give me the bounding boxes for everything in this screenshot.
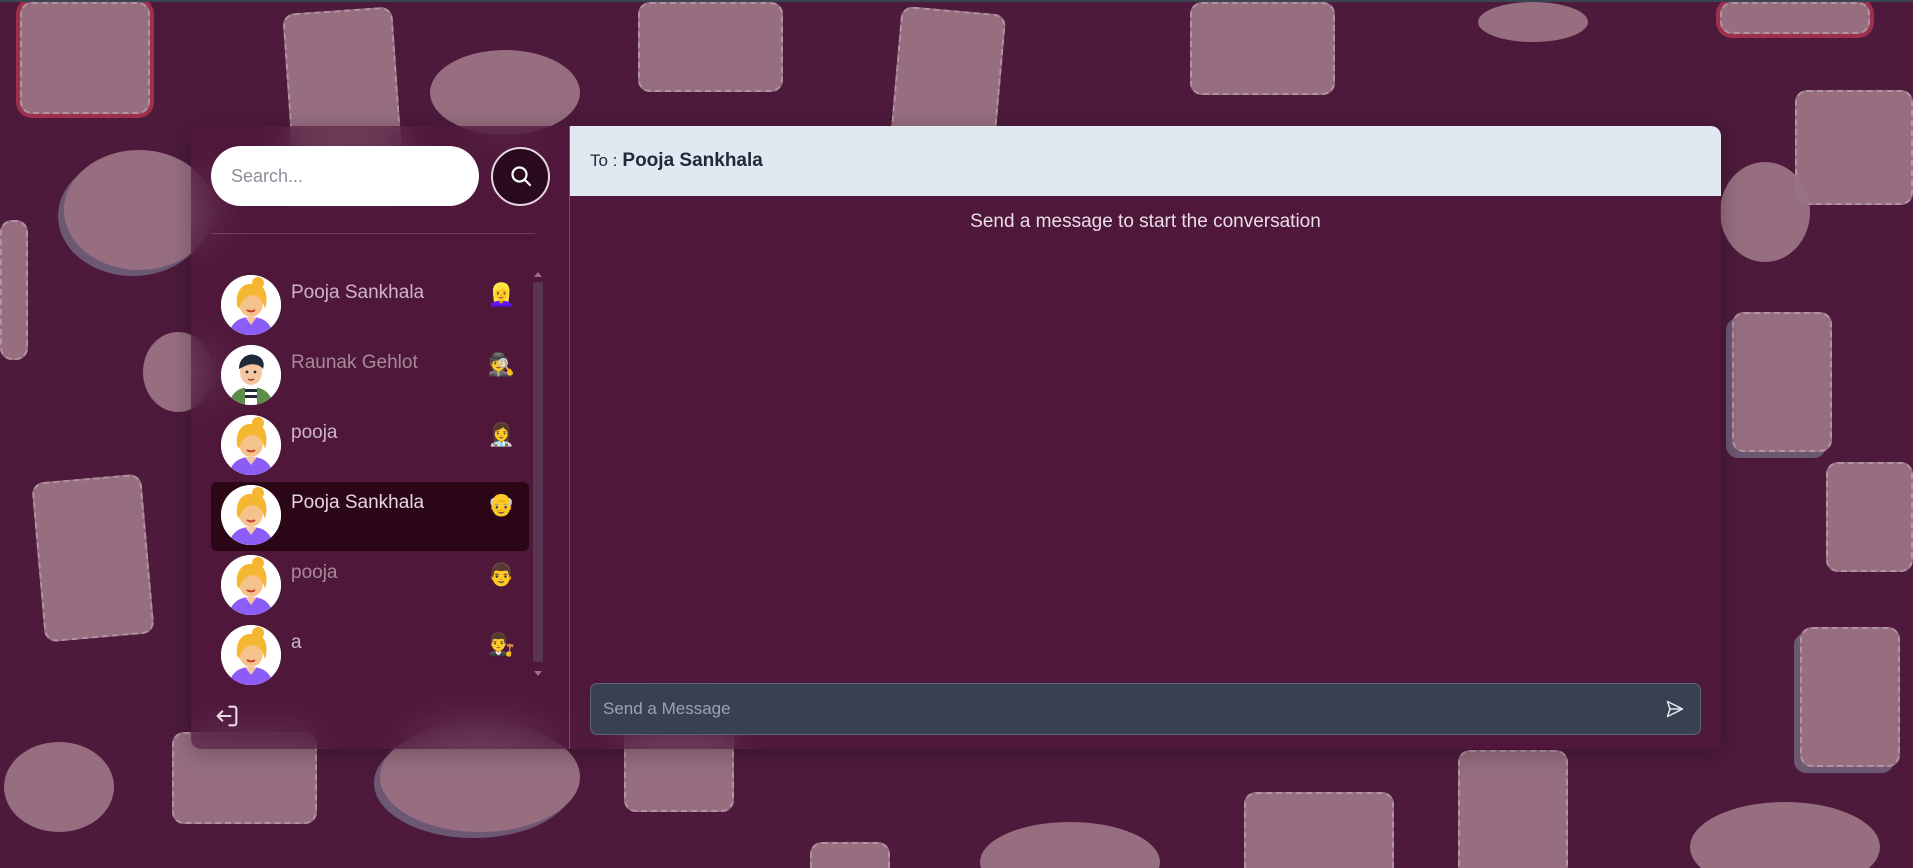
contact-emoji-icon: 👩‍⚕️ bbox=[487, 422, 515, 447]
contact-emoji-icon: 👱‍♀️ bbox=[487, 282, 515, 307]
search-bar bbox=[211, 146, 550, 206]
avatar bbox=[221, 345, 281, 405]
scroll-thumb[interactable] bbox=[533, 282, 543, 662]
avatar bbox=[221, 625, 281, 685]
contact-name: pooja bbox=[291, 422, 338, 443]
recipient-name: Pooja Sankhala bbox=[622, 150, 763, 171]
contact-item[interactable]: Pooja Sankhala 👴 bbox=[211, 482, 529, 551]
empty-conversation-message: Send a message to start the conversation bbox=[970, 211, 1321, 232]
message-composer bbox=[590, 683, 1701, 735]
contact-item[interactable]: pooja 👨 bbox=[211, 552, 529, 621]
avatar bbox=[221, 275, 281, 335]
chat-header: To : Pooja Sankhala bbox=[570, 126, 1721, 196]
contact-item[interactable]: pooja 👩‍⚕️ bbox=[211, 412, 529, 481]
contact-emoji-icon: 👨 bbox=[487, 562, 515, 587]
contact-list: Pooja Sankhala 👱‍♀️ Raunak Gehlot 🕵️ pooja… bbox=[211, 272, 529, 692]
scroll-down-arrow[interactable] bbox=[534, 671, 542, 676]
contact-item[interactable]: Pooja Sankhala 👱‍♀️ bbox=[211, 272, 529, 341]
chat-panel: To : Pooja Sankhala Send a message to st… bbox=[570, 126, 1721, 749]
contact-emoji-icon: 👴 bbox=[487, 492, 515, 517]
search-icon bbox=[510, 166, 531, 187]
sidebar: Pooja Sankhala 👱‍♀️ Raunak Gehlot 🕵️ pooja… bbox=[191, 126, 570, 749]
message-input[interactable] bbox=[591, 684, 1650, 734]
contact-name: pooja bbox=[291, 562, 338, 583]
contact-name: Pooja Sankhala bbox=[291, 282, 425, 303]
to-label: To : bbox=[590, 151, 618, 170]
avatar bbox=[221, 415, 281, 475]
chat-app-window: Pooja Sankhala 👱‍♀️ Raunak Gehlot 🕵️ pooja… bbox=[191, 126, 1721, 749]
sidebar-divider bbox=[211, 233, 535, 234]
send-icon bbox=[1666, 700, 1684, 718]
contact-emoji-icon: 🕵️ bbox=[487, 352, 515, 377]
contact-list-scrollbar[interactable] bbox=[531, 272, 545, 676]
search-input[interactable] bbox=[211, 146, 479, 206]
scroll-up-arrow[interactable] bbox=[534, 272, 542, 277]
contact-name: Raunak Gehlot bbox=[291, 352, 418, 373]
contact-name: Pooja Sankhala bbox=[291, 492, 425, 513]
avatar bbox=[221, 555, 281, 615]
contact-emoji-icon: 👨‍⚖️ bbox=[487, 632, 515, 657]
contact-item[interactable]: a 👨‍⚖️ bbox=[211, 622, 529, 691]
contact-item[interactable]: Raunak Gehlot 🕵️ bbox=[211, 342, 529, 411]
avatar bbox=[221, 485, 281, 545]
search-button[interactable] bbox=[491, 146, 550, 206]
logout-button[interactable] bbox=[213, 702, 241, 730]
send-button[interactable] bbox=[1650, 684, 1700, 734]
logout-icon bbox=[216, 705, 238, 727]
contact-name: a bbox=[291, 632, 302, 653]
